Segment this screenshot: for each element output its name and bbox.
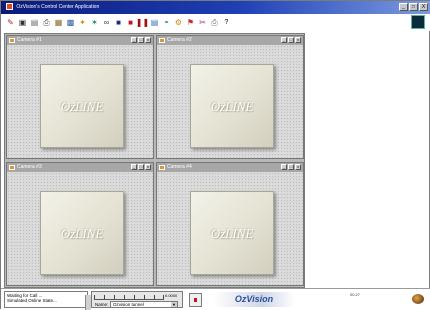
gallery-icon[interactable]: ▦ [53,17,64,28]
wand-icon[interactable]: ✦ [77,17,88,28]
toolbar: ✎ ▣ ▤ ⎙ ▦ ▩ ✦ ✶ ∞ ■ ■ ❚❚ ▤ ◓ ⚙ ⚑ ✂ ⎙ ? [1,14,430,31]
camera-icon [9,165,15,170]
ozline-logo-text: OzLINE [210,226,254,241]
minimize-button[interactable]: _ [399,3,408,11]
monitor-icon[interactable]: ■ [113,17,124,28]
camera-minimize-button[interactable]: _ [131,37,137,43]
message-line: Simulated Online State... [7,298,57,303]
window-icon[interactable]: ▩ [65,17,76,28]
app-window: OzVision's Control Center Application _ … [0,0,430,310]
camera-panel: Camera #1 _ □ x OzLINE [6,35,154,159]
camera-close-button[interactable]: x [295,37,301,43]
camera-control-panel: 0.0000 Name: Ozvision tunnel ▼ [91,291,183,308]
brand-logo-icon [411,15,425,29]
camera-title: Camera #2 [167,37,192,43]
chevron-down-icon[interactable]: ▼ [171,302,177,307]
ozvision-logo: OzVision [213,292,295,307]
title-bar: OzVision's Control Center Application _ … [1,1,430,14]
camera-title: Camera #3 [17,164,42,170]
camera-close-button[interactable]: x [145,164,151,170]
ozline-logo: OzLINE [190,64,274,148]
ozline-logo: OzLINE [40,191,124,275]
camera-icon [9,38,15,43]
camera-panel: Camera #3 _ □ x OzLINE [6,162,154,286]
settings-icon[interactable]: ⚙ [173,17,184,28]
camera-view[interactable]: OzLINE [157,172,303,285]
help-icon[interactable]: ? [221,17,232,28]
record-icon[interactable]: ■ [125,17,136,28]
name-value: Ozvision tunnel [113,302,144,307]
right-pane [307,33,429,288]
camera-controls: _ □ x [131,164,151,170]
camera-icon [159,165,165,170]
camera-header[interactable]: Camera #4 _ □ x [157,163,303,172]
camera-close-button[interactable]: x [295,164,301,170]
camera-panel: Camera #2 _ □ x OzLINE [156,35,304,159]
camera-header[interactable]: Camera #3 _ □ x [7,163,153,172]
star-icon[interactable]: ✶ [89,17,100,28]
flag-icon[interactable]: ⚑ [185,17,196,28]
document-icon[interactable]: ▤ [29,17,40,28]
app-icon [6,3,13,11]
cut-icon[interactable]: ✂ [197,17,208,28]
ozline-logo-text: OzLINE [60,99,104,114]
globe-icon [412,294,424,304]
camera-header[interactable]: Camera #1 _ □ x [7,36,153,45]
zoom-value: 0.0000 [165,293,178,298]
ozline-logo: OzLINE [190,191,274,275]
camera-maximize-button[interactable]: □ [138,37,144,43]
camera-controls: _ □ x [281,164,301,170]
zoom-slider[interactable] [94,294,164,300]
map-icon[interactable]: ◓ [161,17,172,28]
camera-controls: _ □ x [131,37,151,43]
version-label: 00.27 [350,292,361,297]
status-bar: Waiting for Call ... Simulated Online St… [1,288,430,310]
record-indicator[interactable] [189,293,202,307]
name-select[interactable]: Ozvision tunnel ▼ [110,301,178,308]
camera-maximize-button[interactable]: □ [288,164,294,170]
ozline-logo-text: OzLINE [210,99,254,114]
camera-minimize-button[interactable]: _ [281,164,287,170]
printer-icon[interactable]: ⎙ [41,17,52,28]
camera-view[interactable]: OzLINE [7,45,153,158]
camera-icon[interactable]: ▣ [17,17,28,28]
print-icon[interactable]: ⎙ [209,17,220,28]
camera-view[interactable]: OzLINE [7,172,153,285]
camera-header[interactable]: Camera #2 _ □ x [157,36,303,45]
window-title: OzVision's Control Center Application [16,4,100,10]
camera-close-button[interactable]: x [145,37,151,43]
name-label: Name: [95,302,109,307]
tool-icon[interactable]: ✎ [5,17,16,28]
chart-icon[interactable]: ▤ [149,17,160,28]
camera-grid: Camera #1 _ □ x OzLINE Camera #2 _ □ x O… [4,33,305,288]
ozline-logo-text: OzLINE [60,226,104,241]
camera-title: Camera #4 [167,164,192,170]
ozline-logo: OzLINE [40,64,124,148]
camera-minimize-button[interactable]: _ [281,37,287,43]
camera-title: Camera #1 [17,37,42,43]
camera-view[interactable]: OzLINE [157,45,303,158]
pause-icon[interactable]: ❚❚ [136,17,149,28]
glasses-icon[interactable]: ∞ [101,17,112,28]
camera-maximize-button[interactable]: □ [138,164,144,170]
camera-controls: _ □ x [281,37,301,43]
close-button[interactable]: X [419,3,428,11]
message-log: Waiting for Call ... Simulated Online St… [4,291,91,310]
camera-minimize-button[interactable]: _ [131,164,137,170]
camera-maximize-button[interactable]: □ [288,37,294,43]
camera-icon [159,38,165,43]
record-icon [194,298,197,302]
window-controls: _ □ X [399,3,428,11]
maximize-button[interactable]: □ [409,3,418,11]
camera-panel: Camera #4 _ □ x OzLINE [156,162,304,286]
